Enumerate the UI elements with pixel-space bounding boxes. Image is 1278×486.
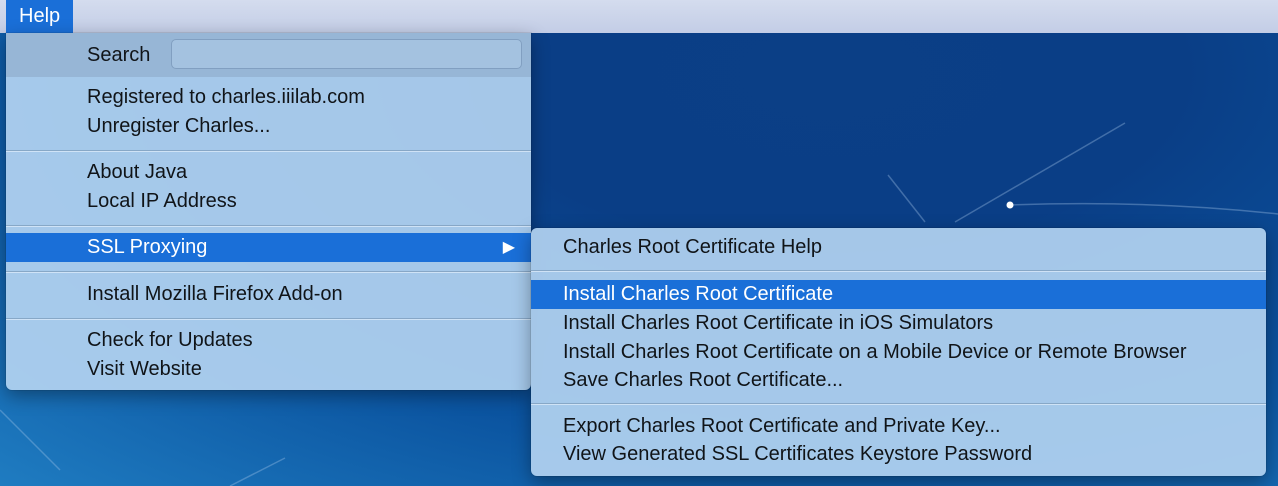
menu-item-view-keystore-password[interactable]: View Generated SSL Certificates Keystore… <box>531 440 1266 469</box>
help-search-row: Search <box>6 33 531 77</box>
menu-bar: Help <box>0 0 1278 33</box>
menu-separator <box>6 225 531 227</box>
menu-item-export-cert-key[interactable]: Export Charles Root Certificate and Priv… <box>531 412 1266 441</box>
ssl-proxying-submenu: Charles Root Certificate Help Install Ch… <box>531 228 1266 476</box>
menu-item-about-java[interactable]: About Java <box>6 158 531 187</box>
menu-item-check-updates[interactable]: Check for Updates <box>6 326 531 355</box>
menu-item-firefox-addon[interactable]: Install Mozilla Firefox Add-on <box>6 280 531 309</box>
menu-separator <box>6 150 531 152</box>
menu-item-install-root-cert[interactable]: Install Charles Root Certificate <box>531 280 1266 309</box>
menu-separator <box>531 403 1266 405</box>
menu-item-install-ios-simulators[interactable]: Install Charles Root Certificate in iOS … <box>531 309 1266 338</box>
menu-item-local-ip[interactable]: Local IP Address <box>6 187 531 216</box>
menu-item-visit-website[interactable]: Visit Website <box>6 355 531 384</box>
help-search-input[interactable] <box>171 39 522 69</box>
menu-separator <box>6 271 531 273</box>
menu-item-registered[interactable]: Registered to charles.iiilab.com <box>6 83 531 112</box>
submenu-arrow-icon: ▶ <box>502 239 515 256</box>
menu-item-install-mobile-device[interactable]: Install Charles Root Certificate on a Mo… <box>531 338 1266 367</box>
menu-separator <box>531 270 1266 272</box>
menu-item-root-cert-help[interactable]: Charles Root Certificate Help <box>531 233 1266 262</box>
menu-separator <box>6 318 531 320</box>
menu-item-unregister[interactable]: Unregister Charles... <box>6 112 531 141</box>
help-menu: Search Registered to charles.iiilab.com … <box>6 33 531 390</box>
menu-help[interactable]: Help <box>6 0 74 33</box>
menu-item-save-root-cert[interactable]: Save Charles Root Certificate... <box>531 366 1266 395</box>
ssl-proxying-label: SSL Proxying <box>87 236 208 258</box>
menu-item-ssl-proxying[interactable]: SSL Proxying ▶ <box>6 233 531 262</box>
search-label: Search <box>87 44 151 66</box>
